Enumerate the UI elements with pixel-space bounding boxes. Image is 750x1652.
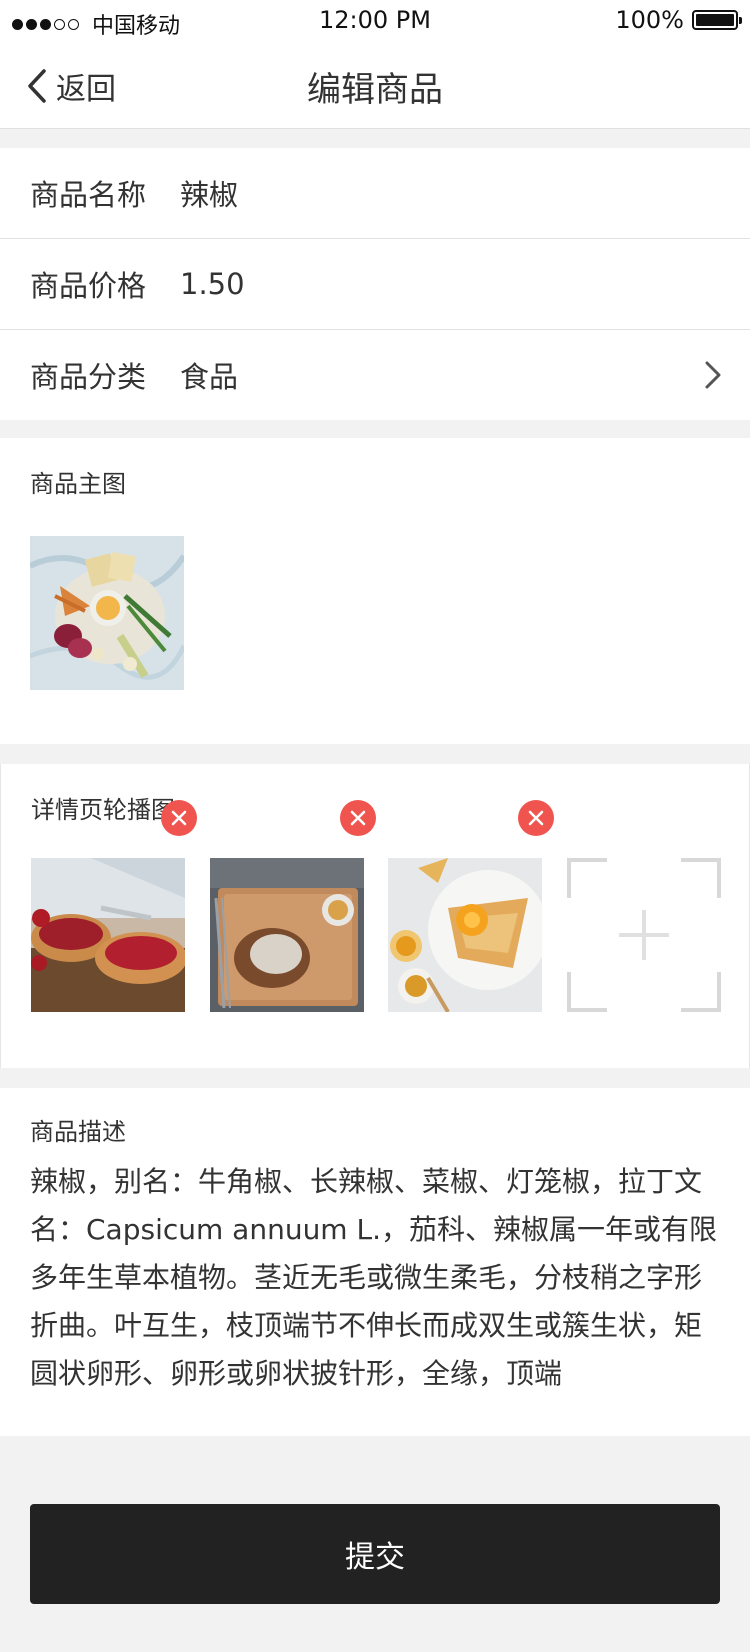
close-icon	[528, 810, 544, 826]
crepe-image	[388, 858, 542, 1012]
description-field[interactable]: 辣椒，别名：牛角椒、长辣椒、菜椒、灯笼椒，拉丁文名：Capsicum annuu…	[30, 1158, 720, 1398]
category-row[interactable]: 商品分类 食品	[0, 330, 750, 420]
price-row[interactable]: 商品价格 1.50	[0, 239, 750, 330]
close-icon	[350, 810, 366, 826]
nav-bar: 返回 编辑商品	[0, 42, 750, 129]
status-bar: 中国移动 12:00 PM 100%	[0, 0, 750, 42]
page-title: 编辑商品	[307, 70, 443, 110]
carousel-image-1[interactable]	[31, 858, 185, 1012]
waffle-image	[210, 858, 364, 1012]
carousel-image-3[interactable]	[388, 858, 542, 1012]
description-section: 商品描述 辣椒，别名：牛角椒、长辣椒、菜椒、灯笼椒，拉丁文名：Capsicum …	[0, 1088, 750, 1436]
carousel-title: 详情页轮播图	[31, 796, 175, 824]
main-image-thumbnail[interactable]	[30, 536, 184, 690]
description-title: 商品描述	[30, 1118, 126, 1146]
remove-image-3-button[interactable]	[518, 800, 554, 836]
product-info-form: 商品名称 辣椒 商品价格 1.50 商品分类 食品	[0, 148, 750, 420]
battery-icon	[692, 10, 742, 30]
submit-button[interactable]: 提交	[30, 1504, 720, 1604]
battery-percent: 100%	[615, 6, 684, 34]
remove-image-2-button[interactable]	[340, 800, 376, 836]
carousel-section: 详情页轮播图	[0, 764, 750, 1068]
main-image-section: 商品主图	[0, 438, 750, 744]
name-label: 商品名称	[30, 178, 147, 212]
toast-image	[31, 858, 185, 1012]
price-label: 商品价格	[30, 269, 147, 303]
carousel-image-2[interactable]	[210, 858, 364, 1012]
remove-image-1-button[interactable]	[161, 800, 197, 836]
price-field[interactable]: 1.50	[180, 267, 245, 301]
category-label: 商品分类	[30, 360, 147, 394]
name-row[interactable]: 商品名称 辣椒	[0, 148, 750, 239]
name-field[interactable]: 辣椒	[180, 172, 238, 214]
add-plus-icon	[567, 858, 721, 1012]
category-select[interactable]: 食品	[180, 354, 238, 396]
food-platter-image	[30, 536, 184, 690]
battery-info: 100%	[615, 6, 742, 34]
add-image-button[interactable]	[567, 858, 721, 1012]
chevron-right-icon	[705, 361, 721, 389]
close-icon	[171, 810, 187, 826]
main-image-title: 商品主图	[30, 470, 126, 498]
